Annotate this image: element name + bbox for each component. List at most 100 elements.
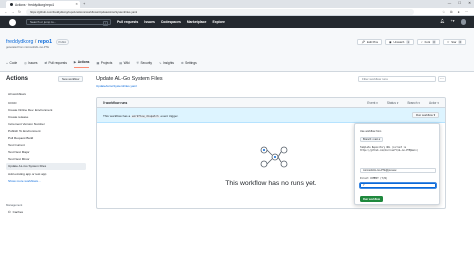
star-button[interactable]: ☆ Star 0: [442, 39, 466, 45]
more-options-button[interactable]: ···: [438, 76, 446, 83]
workflow-file-link[interactable]: UpdateALGoSystemFiles.yaml: [96, 84, 137, 88]
filter-actor[interactable]: Actor ▾: [429, 101, 439, 105]
sidebar-item-create-online-dev[interactable]: Create Online Dev. Environment: [6, 106, 86, 113]
runs-count: 0 workflow runs: [103, 101, 128, 106]
filter-event[interactable]: Event ▾: [367, 101, 378, 105]
branch-select-label: Branch: main: [363, 138, 379, 142]
new-workflow-button[interactable]: New workflow: [58, 76, 84, 82]
profile-icon[interactable]: ●: [458, 10, 460, 14]
tab-insights[interactable]: ∿ Insights: [159, 60, 174, 68]
tab-pull-requests[interactable]: ⇄ Pull requests: [44, 60, 66, 68]
workflow-empty-icon: [260, 146, 288, 168]
tab-security[interactable]: ⛨ Security: [137, 60, 152, 68]
tab-wiki-label: Wiki: [123, 60, 130, 65]
show-more-workflows-link[interactable]: Show more workflows...: [6, 177, 86, 184]
pull-request-icon: ⇄: [44, 60, 47, 65]
tab-actions[interactable]: ▶ Actions: [73, 60, 90, 68]
tab-code[interactable]: ‹› Code: [6, 60, 17, 68]
nav-issues[interactable]: Issues: [144, 20, 155, 24]
back-icon[interactable]: ←: [4, 10, 8, 14]
sidebar-item-create-release[interactable]: Create release: [6, 113, 86, 120]
minimize-icon[interactable]: —: [448, 1, 451, 5]
run-workflow-dropdown-button[interactable]: Run workflow ▾: [412, 112, 439, 118]
sidebar-item-test-next-minor[interactable]: Test Next Minor: [6, 156, 86, 163]
template-url-input[interactable]: microsoft/AL-Go-PTE@preview: [360, 168, 436, 174]
avatar[interactable]: [460, 19, 466, 25]
nav-explore[interactable]: Explore: [212, 20, 224, 24]
tab-issues-label: Issues: [28, 60, 38, 65]
sidebar-item-all-workflows[interactable]: All workflows: [6, 90, 86, 97]
tab-security-label: Security: [140, 60, 152, 65]
sidebar-item-caches[interactable]: ⛁ Caches: [8, 210, 23, 214]
sidebar-item-increment-version[interactable]: Increment Version Number: [6, 120, 86, 127]
runs-header: 0 workflow runs Event ▾ Status ▾ Branch …: [97, 98, 445, 108]
filter-branch[interactable]: Branch ▾: [407, 101, 420, 105]
sidebar-item-update-algo[interactable]: Update AL-Go System Files: [6, 162, 86, 171]
tab-issues[interactable]: ◎ Issues: [24, 60, 37, 68]
url-field[interactable]: https://github.com/freddydkorg/repo1/act…: [26, 9, 414, 15]
search-input[interactable]: Search or jump to... /: [26, 18, 111, 26]
close-tab-icon[interactable]: ✕: [75, 2, 78, 6]
tab-settings-label: Settings: [185, 60, 197, 65]
extensions-icon[interactable]: ⧉: [450, 10, 452, 14]
repo-actions: 📌︎ Edit Pins ◉ Unwatch 1 ⑂ Fork 0 ☆ Star…: [357, 39, 466, 45]
unwatch-label: Unwatch: [393, 40, 405, 44]
issue-icon: ◎: [24, 60, 27, 65]
global-nav: Pull requests Issues Codespaces Marketpl…: [117, 20, 225, 24]
tab-actions-label: Actions: [77, 60, 90, 64]
new-tab-icon[interactable]: +: [83, 1, 85, 6]
repo-owner[interactable]: freddydkorg: [6, 39, 33, 45]
maximize-icon[interactable]: ☐: [458, 1, 461, 5]
github-logo-icon[interactable]: [9, 18, 16, 26]
search-placeholder: Search or jump to...: [30, 19, 57, 24]
forward-icon[interactable]: →: [11, 10, 15, 14]
tab-projects[interactable]: ▦ Projects: [96, 60, 112, 68]
favorites-icon[interactable]: ☆: [442, 10, 445, 14]
workflow-list: All workflows CI/CD Create Online Dev. E…: [6, 90, 86, 184]
create-new-icon[interactable]: +▾: [451, 19, 455, 25]
notifications-icon[interactable]: 🔔︎: [440, 19, 445, 25]
star-count: 0: [458, 40, 462, 44]
actions-icon: ▶: [73, 60, 77, 64]
nav-marketplace[interactable]: Marketplace: [187, 20, 207, 24]
nav-pull-requests[interactable]: Pull requests: [117, 20, 138, 24]
tab-settings[interactable]: ⚙︎ Settings: [181, 60, 197, 68]
tab-wiki[interactable]: ▤ Wiki: [119, 60, 129, 68]
unwatch-button[interactable]: ◉ Unwatch 1: [385, 39, 414, 45]
runs-filters: Event ▾ Status ▾ Branch ▾ Actor ▾: [367, 101, 439, 105]
direct-commit-label: Direct COMMIT (Y/N): [360, 177, 388, 180]
run-workflow-popup: Use workflow from Branch: main ▾ Templat…: [354, 123, 440, 205]
sidebar-item-test-next-major[interactable]: Test Next Major: [6, 149, 86, 156]
filter-status[interactable]: Status ▾: [387, 101, 399, 105]
browser-tab[interactable]: Actions · freddydkorg/repo1 ✕: [6, 1, 80, 8]
close-window-icon[interactable]: ✕: [468, 1, 471, 5]
repo-tabs: ‹› Code ◎ Issues ⇄ Pull requests ▶ Actions ▦…: [6, 60, 197, 68]
reload-icon[interactable]: ↻: [18, 10, 21, 14]
code-icon: ‹›: [6, 60, 8, 65]
sidebar-item-publish-environment[interactable]: Publish To Environment: [6, 127, 86, 134]
search-shortcut: /: [103, 20, 108, 26]
sidebar-item-test-current[interactable]: Test Current: [6, 142, 86, 149]
tab-code-label: Code: [9, 60, 18, 65]
branch-select[interactable]: Branch: main ▾: [360, 137, 384, 143]
nav-codespaces[interactable]: Codespaces: [161, 20, 181, 24]
pin-icon: 📌︎: [361, 40, 365, 44]
run-workflow-button[interactable]: Run workflow: [360, 196, 384, 202]
generated-from: generated from microsoft/AL-Go-PTE: [6, 46, 49, 49]
sidebar-item-add-existing-app[interactable]: Add existing app or test app: [6, 170, 86, 177]
tab-insights-label: Insights: [162, 60, 174, 65]
direct-commit-input[interactable]: Y: [360, 183, 436, 189]
fork-button[interactable]: ⑂ Fork 0: [416, 39, 440, 45]
edit-pins-button[interactable]: 📌︎ Edit Pins: [357, 39, 383, 45]
url-text: https://github.com/freddydkorg/repo1/act…: [30, 9, 138, 14]
template-url-value: microsoft/AL-Go-PTE@preview: [363, 169, 397, 173]
filter-runs-input[interactable]: Filter workflow runs: [358, 76, 436, 83]
repo-header: freddydkorg / repo1 Public generated fro…: [0, 28, 474, 72]
gear-icon: ⚙︎: [180, 60, 184, 65]
page-title: Update AL-Go System Files: [96, 76, 163, 82]
repo-name[interactable]: repo1: [38, 39, 52, 45]
sidebar-item-cicd[interactable]: CI/CD: [6, 99, 86, 106]
filter-actor-label: Actor: [429, 101, 437, 106]
sidebar-item-pull-request-build[interactable]: Pull Request Build: [6, 135, 86, 142]
browser-menu-icon[interactable]: ⋯: [465, 10, 468, 14]
